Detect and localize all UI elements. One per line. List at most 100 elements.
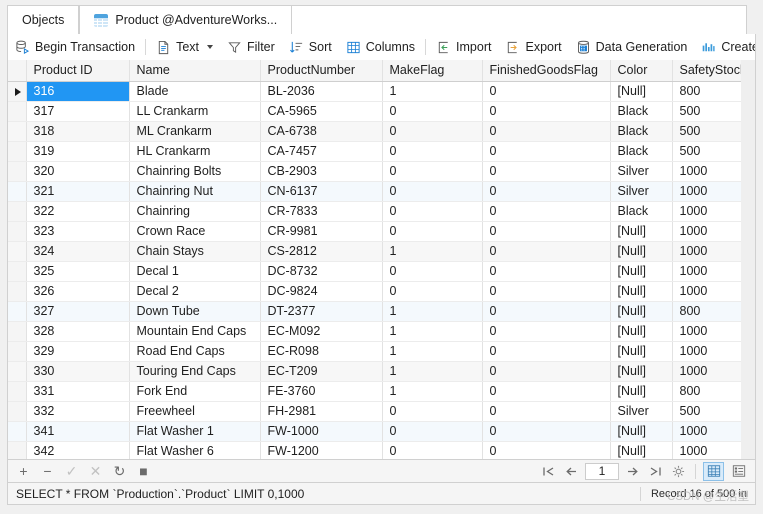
row-header-cell[interactable] [8,281,27,302]
table-row[interactable]: 332 Freewheel FH-2981 0 0 Silver 500 [8,401,755,422]
cell-make-flag[interactable]: 0 [382,281,483,302]
cell-color[interactable]: Black [610,141,673,162]
cell-name[interactable]: Chain Stays [129,241,261,262]
cell-color[interactable]: Silver [610,161,673,182]
cell-product-id[interactable]: 332 [26,401,130,422]
cell-product-id[interactable]: 316 [26,81,130,102]
cell-make-flag[interactable]: 0 [382,101,483,122]
grid-view-button[interactable] [703,461,724,481]
row-header-cell[interactable] [8,161,27,182]
cell-product-id[interactable]: 323 [26,221,130,242]
cell-finished-goods-flag[interactable]: 0 [482,221,611,242]
cell-finished-goods-flag[interactable]: 0 [482,141,611,162]
cell-color[interactable]: [Null] [610,381,673,402]
cell-product-id[interactable]: 325 [26,261,130,282]
cell-make-flag[interactable]: 0 [382,421,483,442]
cell-name[interactable]: Mountain End Caps [129,321,261,342]
row-header-cell[interactable] [8,181,27,202]
cell-product-id[interactable]: 329 [26,341,130,362]
cell-color[interactable]: [Null] [610,301,673,322]
cell-finished-goods-flag[interactable]: 0 [482,381,611,402]
cell-product-id[interactable]: 317 [26,101,130,122]
cell-name[interactable]: Freewheel [129,401,261,422]
row-header-cell[interactable] [8,421,27,442]
table-row[interactable]: 321 Chainring Nut CN-6137 0 0 Silver 1000 [8,181,755,202]
cell-make-flag[interactable]: 0 [382,201,483,222]
row-header-cell[interactable] [8,341,27,362]
table-row[interactable]: 322 Chainring CR-7833 0 0 Black 1000 [8,201,755,222]
cell-color[interactable]: [Null] [610,241,673,262]
cell-finished-goods-flag[interactable]: 0 [482,101,611,122]
cell-make-flag[interactable]: 1 [382,361,483,382]
cell-color[interactable]: Silver [610,401,673,422]
cell-make-flag[interactable]: 0 [382,121,483,142]
cell-color[interactable]: [Null] [610,81,673,102]
last-page-button[interactable] [646,462,665,481]
cell-finished-goods-flag[interactable]: 0 [482,321,611,342]
table-row[interactable]: 319 HL Crankarm CA-7457 0 0 Black 500 [8,141,755,162]
table-row[interactable]: 323 Crown Race CR-9981 0 0 [Null] 1000 [8,221,755,242]
row-header-cell[interactable] [8,121,27,142]
cell-make-flag[interactable]: 0 [382,401,483,422]
apply-changes-button[interactable]: ✓ [62,462,81,481]
cell-product-id[interactable]: 324 [26,241,130,262]
cell-finished-goods-flag[interactable]: 0 [482,401,611,422]
cell-color[interactable]: [Null] [610,261,673,282]
cell-product-id[interactable]: 326 [26,281,130,302]
cell-make-flag[interactable]: 1 [382,81,483,102]
cell-name[interactable]: HL Crankarm [129,141,261,162]
cell-make-flag[interactable]: 0 [382,261,483,282]
cell-finished-goods-flag[interactable]: 0 [482,201,611,222]
cell-make-flag[interactable]: 1 [382,301,483,322]
cell-make-flag[interactable]: 1 [382,381,483,402]
cell-finished-goods-flag[interactable]: 0 [482,281,611,302]
row-header-cell[interactable] [8,141,27,162]
column-header-finished-goods-flag[interactable]: FinishedGoodsFlag [482,60,611,82]
cell-finished-goods-flag[interactable]: 0 [482,181,611,202]
cell-make-flag[interactable]: 1 [382,241,483,262]
previous-page-button[interactable] [562,462,581,481]
table-row[interactable]: 328 Mountain End Caps EC-M092 1 0 [Null] 1000 [8,321,755,342]
table-row[interactable]: 326 Decal 2 DC-9824 0 0 [Null] 1000 [8,281,755,302]
cell-product-number[interactable]: CA-5965 [260,101,383,122]
table-row[interactable]: 320 Chainring Bolts CB-2903 0 0 Silver 1000 [8,161,755,182]
cell-finished-goods-flag[interactable]: 0 [482,301,611,322]
table-row[interactable]: 341 Flat Washer 1 FW-1000 0 0 [Null] 1000 [8,421,755,442]
cell-product-number[interactable]: DT-2377 [260,301,383,322]
text-view-button[interactable]: Text [149,35,220,59]
cell-color[interactable]: [Null] [610,421,673,442]
add-record-button[interactable]: + [14,462,33,481]
delete-record-button[interactable]: − [38,462,57,481]
page-number-input[interactable]: 1 [585,462,619,480]
cell-make-flag[interactable]: 0 [382,181,483,202]
export-button[interactable]: Export [498,35,568,59]
row-header-cell[interactable] [8,381,27,402]
column-header-product-number[interactable]: ProductNumber [260,60,383,82]
row-header-cell[interactable] [8,241,27,262]
column-header-name[interactable]: Name [129,60,261,82]
cell-product-number[interactable]: CA-6738 [260,121,383,142]
cell-name[interactable]: Decal 2 [129,281,261,302]
cell-name[interactable]: Chainring Nut [129,181,261,202]
table-row[interactable]: 325 Decal 1 DC-8732 0 0 [Null] 1000 [8,261,755,282]
cell-product-id[interactable]: 328 [26,321,130,342]
cell-name[interactable]: Flat Washer 1 [129,421,261,442]
cell-product-id[interactable]: 319 [26,141,130,162]
data-generation-button[interactable]: Data Generation [569,35,695,59]
column-header-make-flag[interactable]: MakeFlag [382,60,483,82]
row-header-cell[interactable] [8,401,27,422]
cell-product-number[interactable]: EC-M092 [260,321,383,342]
cell-color[interactable]: [Null] [610,341,673,362]
table-row[interactable]: 317 LL Crankarm CA-5965 0 0 Black 500 [8,101,755,122]
cell-product-id[interactable]: 341 [26,421,130,442]
table-row[interactable]: 330 Touring End Caps EC-T209 1 0 [Null] 1000 [8,361,755,382]
cell-product-number[interactable]: BL-2036 [260,81,383,102]
stop-button[interactable]: ■ [134,462,153,481]
cell-product-number[interactable]: EC-T209 [260,361,383,382]
tab-objects[interactable]: Objects [7,5,80,34]
row-header-cell[interactable] [8,201,27,222]
cell-finished-goods-flag[interactable]: 0 [482,81,611,102]
cell-make-flag[interactable]: 1 [382,321,483,342]
cell-product-id[interactable]: 321 [26,181,130,202]
row-header-cell[interactable] [8,101,27,122]
